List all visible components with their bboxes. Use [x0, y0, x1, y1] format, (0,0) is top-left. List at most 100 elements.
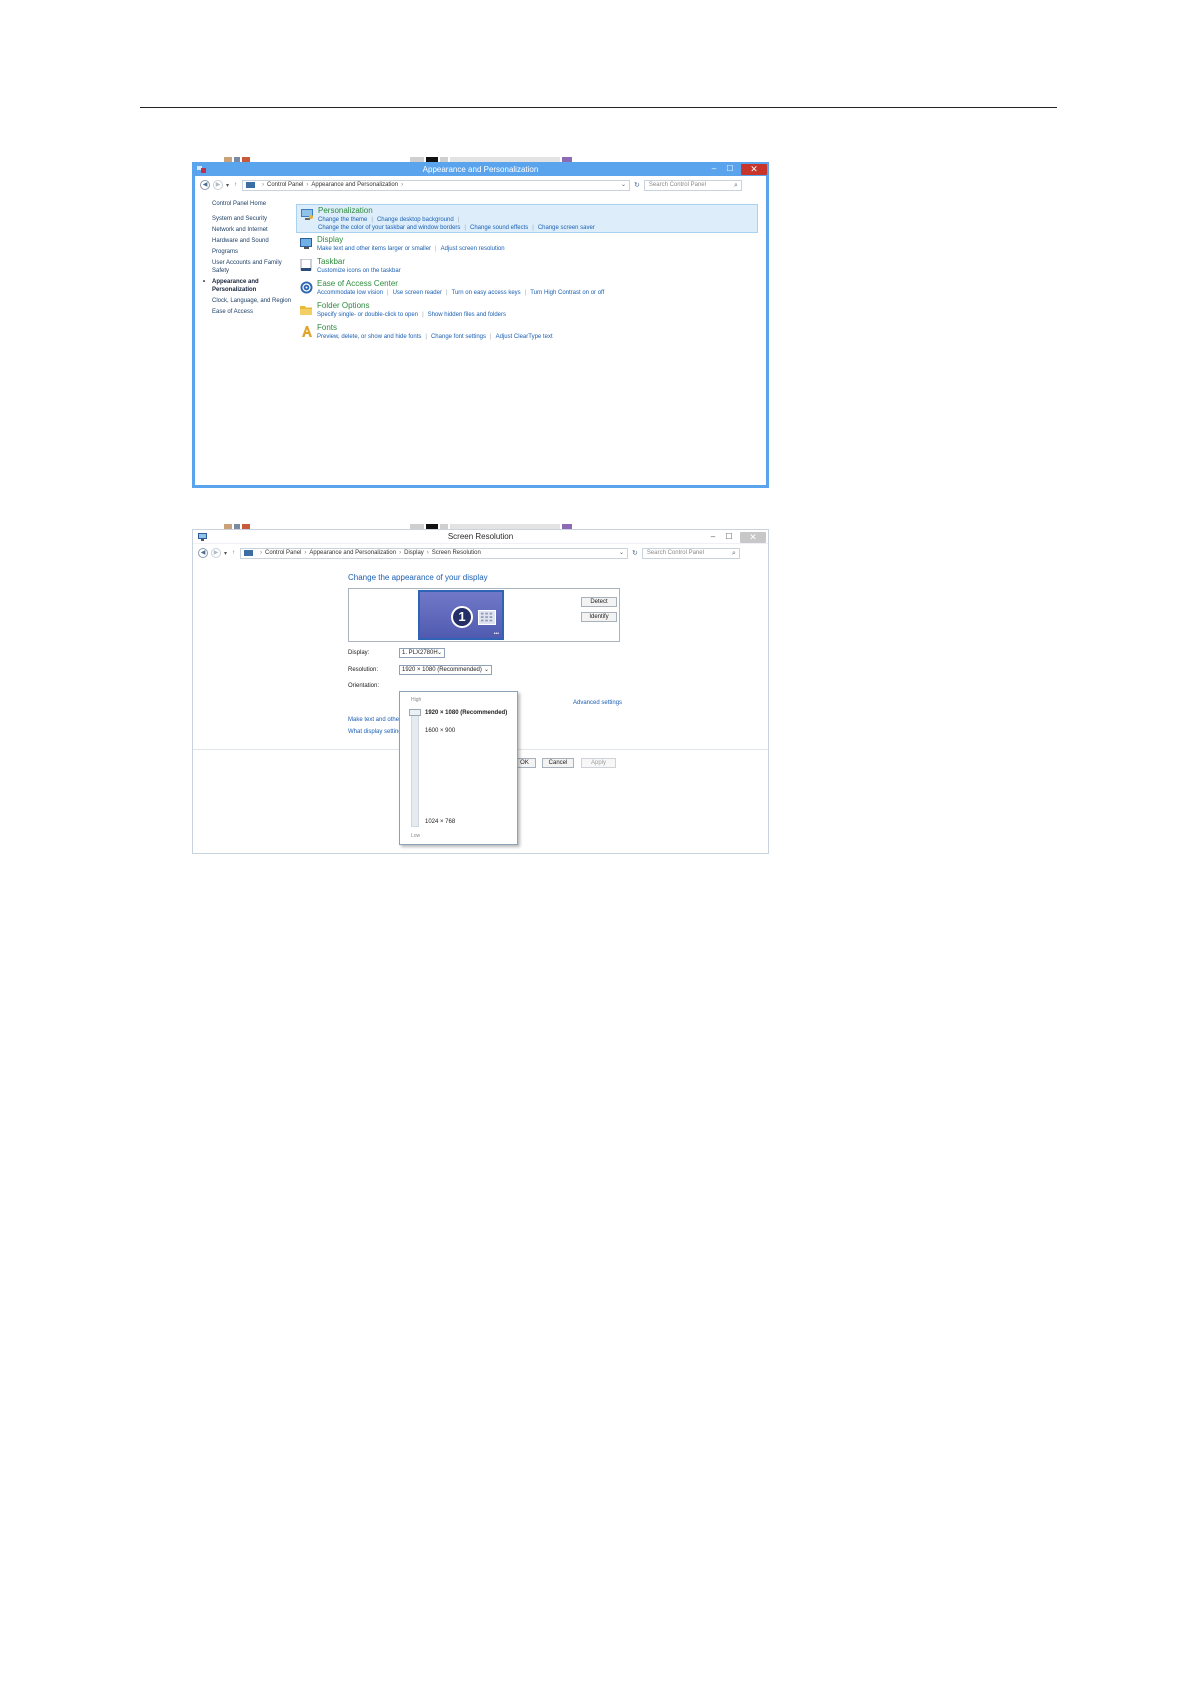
link-single-double-click[interactable]: Specify single- or double-click to open — [317, 312, 418, 318]
link-text-size[interactable]: Make text and other items larger or smal… — [317, 246, 431, 252]
resolution-select[interactable]: 1920 × 1080 (Recommended) ⌄ — [399, 665, 492, 675]
detect-button[interactable]: Detect — [581, 597, 617, 607]
appearance-personalization-window: Appearance and Personalization – ☐ ✕ ◀ ▶… — [192, 162, 769, 488]
nav-network-internet[interactable]: Network and Internet — [212, 226, 292, 234]
category-fonts[interactable]: Fonts Preview, delete, or show and hide … — [296, 322, 758, 344]
up-arrow-icon[interactable]: ↑ — [234, 182, 237, 188]
refresh-icon[interactable]: ↻ — [632, 549, 638, 557]
ease-of-access-icon — [300, 281, 313, 294]
breadcrumb-item[interactable]: Control Panel — [265, 550, 301, 556]
link-easy-access-keys[interactable]: Turn on easy access keys — [452, 290, 521, 296]
link-customize-taskbar-icons[interactable]: Customize icons on the taskbar — [317, 268, 401, 274]
minimize-button[interactable]: – — [708, 532, 718, 542]
category-title[interactable]: Display — [317, 235, 343, 244]
personalization-icon — [301, 209, 313, 220]
monitor-arrangement-area: 1 ••• Detect Identify — [348, 588, 620, 642]
breadcrumb-item[interactable]: Screen Resolution — [432, 550, 481, 556]
breadcrumb-item[interactable]: Appearance and Personalization — [309, 550, 396, 556]
title-bar[interactable]: Appearance and Personalization – ☐ ✕ — [192, 162, 769, 176]
link-high-contrast[interactable]: Turn High Contrast on or off — [530, 290, 604, 296]
display-icon — [300, 238, 312, 249]
resolution-slider-thumb[interactable] — [409, 709, 421, 716]
nav-ease-of-access[interactable]: Ease of Access — [212, 308, 292, 313]
display-icon — [244, 550, 254, 556]
link-hidden-files[interactable]: Show hidden files and folders — [428, 312, 506, 318]
search-icon[interactable]: ⌕ — [732, 549, 736, 558]
display-settings-help-link[interactable]: What display setting — [348, 729, 402, 735]
category-display[interactable]: Display Make text and other items larger… — [296, 234, 758, 256]
breadcrumb[interactable]: › Control Panel › Appearance and Persona… — [240, 547, 629, 559]
category-title[interactable]: Fonts — [317, 323, 337, 332]
category-taskbar[interactable]: Taskbar Customize icons on the taskbar — [296, 256, 758, 278]
nav-appearance-personalization[interactable]: Appearance and Personalization — [203, 278, 292, 294]
category-title[interactable]: Ease of Access Center — [317, 279, 398, 288]
link-taskbar-color[interactable]: Change the color of your taskbar and win… — [318, 225, 460, 231]
link-cleartype[interactable]: Adjust ClearType text — [496, 334, 553, 340]
category-ease-of-access[interactable]: Ease of Access Center Accommodate low vi… — [296, 278, 758, 300]
breadcrumb-item[interactable]: Display — [404, 550, 424, 556]
fonts-icon — [302, 326, 312, 337]
resolution-option-1600[interactable]: 1600 × 900 — [425, 728, 455, 734]
left-navigation: Control Panel Home System and Security N… — [203, 200, 292, 316]
breadcrumb-item[interactable]: Control Panel — [267, 182, 303, 188]
page-title: Change the appearance of your display — [348, 573, 488, 582]
category-title[interactable]: Taskbar — [317, 257, 345, 266]
chevron-down-icon[interactable]: ⌄ — [621, 181, 626, 188]
nav-system-security[interactable]: System and Security — [212, 215, 292, 223]
link-change-theme[interactable]: Change the theme — [318, 217, 367, 223]
link-font-settings[interactable]: Change font settings — [431, 334, 486, 340]
advanced-settings-link[interactable]: Advanced settings — [573, 700, 622, 706]
category-personalization[interactable]: Personalization Change the theme | Change … — [296, 204, 758, 233]
nav-programs[interactable]: Programs — [212, 248, 292, 256]
refresh-icon[interactable]: ↻ — [634, 181, 640, 189]
resolution-option-1024[interactable]: 1024 × 768 — [425, 819, 455, 825]
recent-pages-icon[interactable]: ▾ — [224, 550, 227, 557]
link-adjust-resolution[interactable]: Adjust screen resolution — [441, 246, 505, 252]
chevron-down-icon[interactable]: ⌄ — [619, 549, 624, 556]
back-icon[interactable]: ◀ — [200, 180, 210, 190]
link-sound-effects[interactable]: Change sound effects — [470, 225, 528, 231]
breadcrumb[interactable]: › Control Panel › Appearance and Persona… — [242, 179, 631, 191]
search-icon[interactable]: ⌕ — [734, 181, 738, 190]
recent-pages-icon[interactable]: ▾ — [226, 182, 229, 189]
maximize-button[interactable]: ☐ — [725, 164, 735, 174]
window-title: Screen Resolution — [447, 532, 514, 541]
nav-hardware-sound[interactable]: Hardware and Sound — [212, 237, 292, 245]
close-button[interactable]: ✕ — [741, 163, 767, 175]
nav-user-accounts[interactable]: User Accounts and Family Safety — [212, 259, 292, 275]
apply-button[interactable]: Apply — [581, 758, 616, 768]
slider-high-label: High — [411, 697, 422, 703]
nav-control-panel-home[interactable]: Control Panel Home — [212, 200, 292, 208]
nav-clock-language-region[interactable]: Clock, Language, and Region — [212, 297, 292, 305]
link-preview-fonts[interactable]: Preview, delete, or show and hide fonts — [317, 334, 421, 340]
dots-icon: ••• — [493, 631, 499, 637]
link-desktop-background[interactable]: Change desktop background — [377, 217, 454, 223]
breadcrumb-item[interactable]: Appearance and Personalization — [311, 182, 398, 188]
search-input[interactable]: Search Control Panel ⌕ — [643, 179, 742, 191]
category-title[interactable]: Personalization — [318, 206, 373, 215]
identify-button[interactable]: Identify — [581, 612, 617, 622]
minimize-button[interactable]: – — [709, 164, 719, 174]
search-input[interactable]: Search Control Panel ⌕ — [641, 547, 740, 559]
cancel-button[interactable]: Cancel — [542, 758, 574, 768]
maximize-button[interactable]: ☐ — [724, 532, 734, 542]
back-icon[interactable]: ◀ — [198, 548, 208, 558]
forward-icon[interactable]: ▶ — [213, 180, 223, 190]
monitor-1-tile[interactable]: 1 ••• — [418, 590, 504, 640]
close-button[interactable]: ✕ — [740, 531, 766, 543]
up-arrow-icon[interactable]: ↑ — [232, 550, 235, 556]
slider-low-label: Low — [411, 833, 421, 839]
text-size-link[interactable]: Make text and other — [348, 717, 401, 723]
forward-icon[interactable]: ▶ — [211, 548, 221, 558]
folder-icon — [300, 306, 312, 315]
resolution-slider-track[interactable] — [411, 709, 419, 827]
link-low-vision[interactable]: Accommodate low vision — [317, 290, 383, 296]
display-select[interactable]: 1. PLX2780H ⌄ — [399, 648, 445, 658]
category-title[interactable]: Folder Options — [317, 301, 369, 310]
link-screen-saver[interactable]: Change screen saver — [538, 225, 595, 231]
link-screen-reader[interactable]: Use screen reader — [393, 290, 442, 296]
page-top-rule — [140, 107, 1057, 108]
category-folder-options[interactable]: Folder Options Specify single- or double… — [296, 300, 758, 322]
resolution-option-1920[interactable]: 1920 × 1080 (Recommended) — [425, 710, 507, 716]
title-bar[interactable]: Screen Resolution – ☐ ✕ — [193, 530, 768, 544]
